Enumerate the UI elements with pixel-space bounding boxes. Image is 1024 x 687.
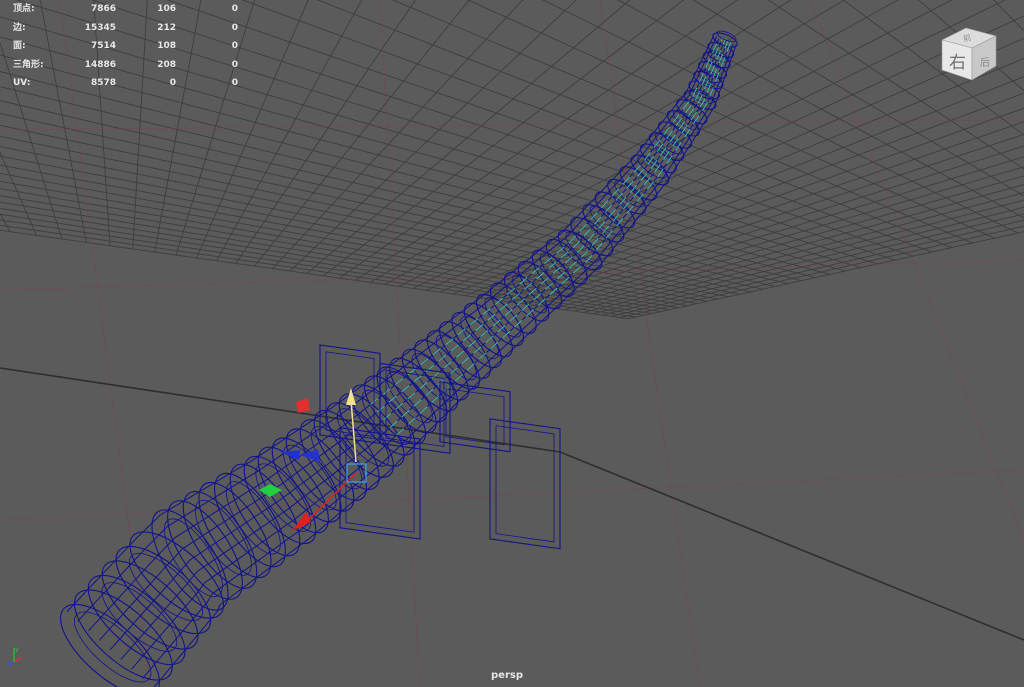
camera-name-label: persp	[491, 670, 523, 681]
svg-text:y: y	[15, 646, 19, 653]
manip-z-plane[interactable]	[300, 449, 320, 462]
viewcube-front-label: 右	[949, 53, 966, 73]
reference-line	[0, 259, 1024, 291]
hud-value: 106	[157, 4, 176, 14]
mesh-ring	[73, 589, 173, 681]
reference-line	[59, 0, 151, 687]
hud-value: 15345	[84, 22, 116, 33]
hud-row: 三角形: 14886 208 0	[0, 56, 250, 75]
hud-row: 边: 15345 212 0	[0, 19, 250, 38]
hud-value: 212	[157, 22, 176, 33]
hud-label: 面:	[13, 41, 26, 51]
hud-value: 7866	[90, 4, 116, 14]
grid-line	[306, 0, 631, 274]
hud-value: 0	[231, 59, 238, 70]
grid-line	[339, 0, 738, 279]
reference-line	[599, 0, 701, 687]
hud-value: 0	[231, 78, 238, 88]
manip-x-arrow[interactable]	[292, 512, 311, 531]
hud-value: 7514	[90, 41, 116, 51]
viewcube[interactable]: 右 前 后	[936, 24, 1000, 84]
hud-value: 108	[157, 41, 176, 51]
viewcube-side-label: 后	[980, 57, 990, 69]
hud-label: 边:	[13, 22, 26, 33]
hud-row: 面: 7514 108 0	[0, 37, 250, 56]
hud-value: 14886	[84, 59, 116, 70]
mesh-edge	[88, 37, 720, 632]
grid-line	[0, 229, 629, 320]
reference-line	[0, 469, 1024, 521]
grid-line	[254, 0, 470, 267]
hud-value: 8578	[90, 78, 116, 88]
hud-value: 0	[231, 41, 238, 51]
hud-value: 0	[231, 4, 238, 14]
hud-value: 0	[169, 78, 176, 88]
hud-value: 208	[157, 59, 176, 70]
world-x-axis	[0, 367, 561, 453]
mesh-ring	[59, 603, 161, 687]
reference-line	[379, 0, 421, 687]
reference-line	[0, 119, 1024, 131]
svg-text:z: z	[7, 659, 10, 666]
mesh-edge	[66, 35, 715, 613]
perspective-viewport[interactable]: 顶点: 7866 106 0 边: 15345 212 0 面: 7514 108 0 三角形: 1488…	[0, 0, 1024, 687]
axis-indicator-icon: y z	[7, 646, 23, 667]
poly-count-hud: 顶点: 7866 106 0 边: 15345 212 0 面: 7514 108 0 三角形: 1488…	[0, 0, 250, 93]
grid-line	[0, 201, 670, 311]
selected-edge	[369, 37, 720, 405]
mesh-edge	[131, 42, 732, 670]
hud-value: 0	[231, 22, 238, 33]
scene-canvas[interactable]	[0, 0, 1024, 687]
manip-xy-plane-handle[interactable]	[296, 398, 310, 413]
guard-block	[489, 418, 561, 550]
mesh-edge	[98, 38, 723, 641]
hud-label: 顶点:	[13, 4, 35, 14]
hud-label: 三角形:	[13, 59, 44, 70]
sword-wireframe-mesh[interactable]	[46, 29, 739, 687]
grid-line	[196, 0, 309, 259]
hud-label: UV:	[13, 78, 31, 88]
world-x-axis	[559, 451, 1024, 641]
mesh-edge	[153, 44, 737, 687]
hud-row: UV: 8578 0 0	[0, 74, 250, 93]
hud-row: 顶点: 7866 106 0	[0, 0, 250, 19]
